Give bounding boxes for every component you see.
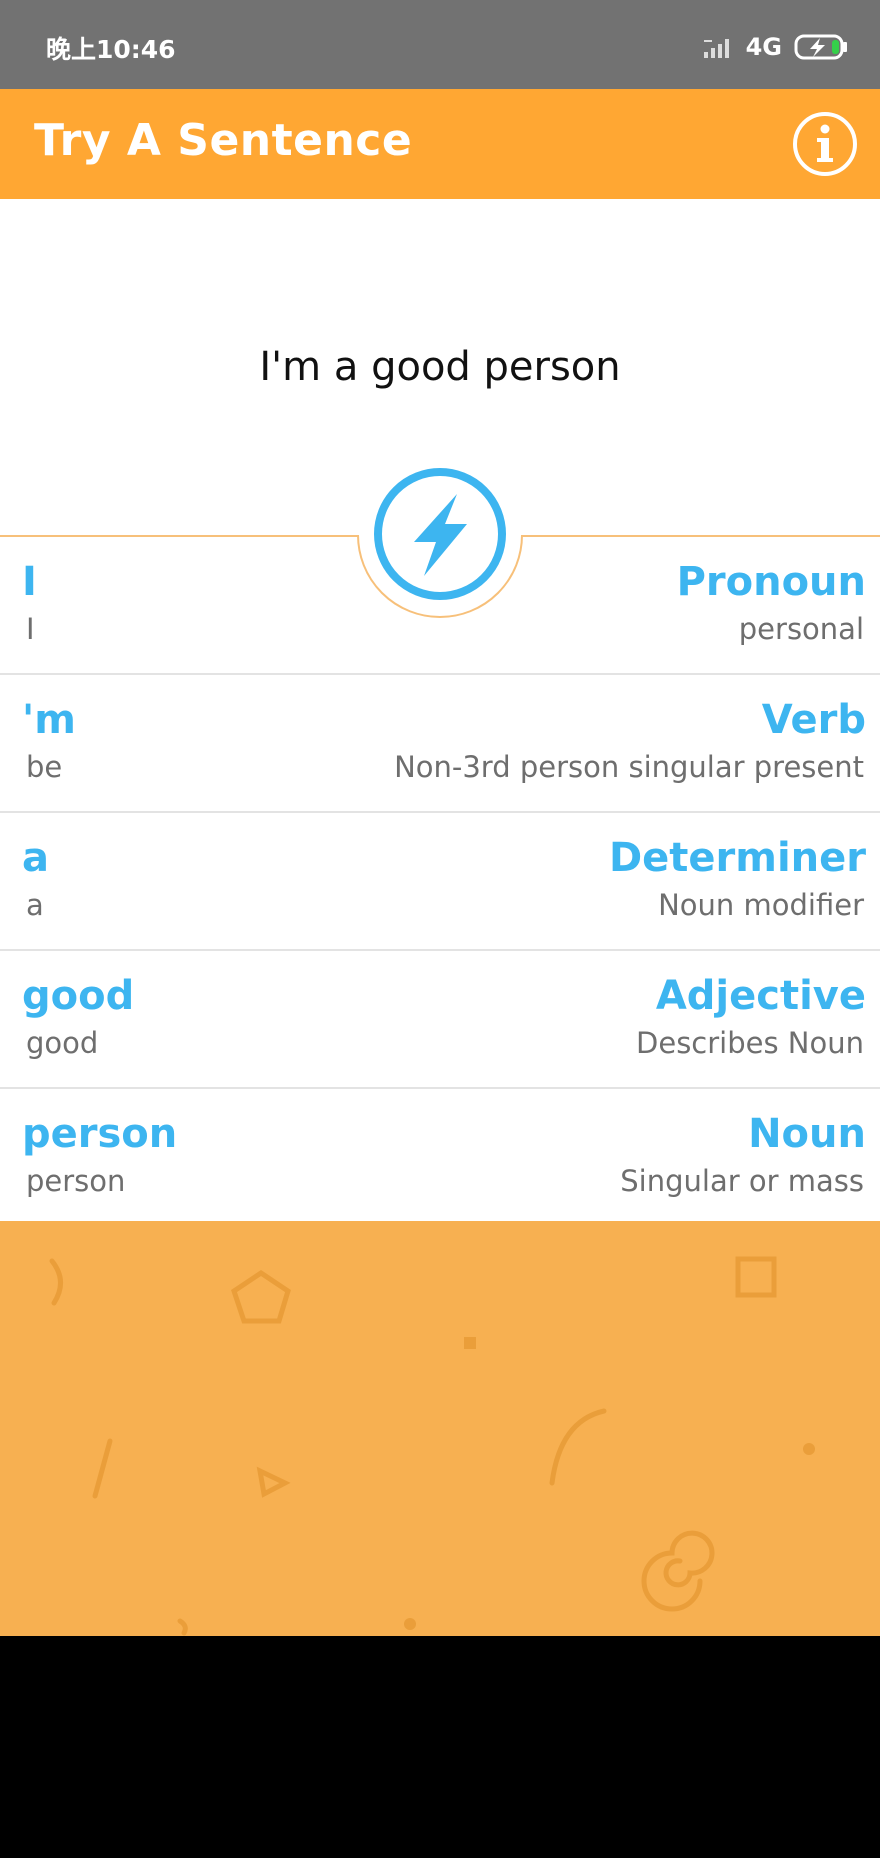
analyze-button[interactable]	[356, 462, 524, 620]
token-word: 'm	[22, 697, 76, 743]
app-bar: Try A Sentence	[0, 89, 880, 199]
status-time: 晚上10:46	[46, 35, 176, 64]
token-pos: Adjective	[655, 973, 866, 1019]
token-pos: Determiner	[608, 835, 866, 881]
pattern-shapes-icon	[49, 1256, 815, 1636]
token-desc: Singular or mass	[620, 1164, 864, 1198]
token-word: good	[22, 973, 135, 1019]
system-nav-area	[0, 1636, 880, 1858]
page-title: Try A Sentence	[34, 115, 413, 166]
token-pos: Verb	[761, 697, 866, 743]
token-row: 'm be Verb Non-3rd person singular prese…	[0, 675, 880, 813]
token-list: I I Pronoun personal 'm be Verb Non-3rd …	[0, 537, 880, 1226]
info-button[interactable]	[792, 111, 858, 177]
battery-charging-icon	[794, 34, 847, 60]
status-bar: 晚上10:46 4G	[0, 0, 880, 89]
info-icon	[793, 112, 857, 176]
token-desc: Non-3rd person singular present	[394, 750, 864, 784]
token-lemma: I	[26, 612, 35, 646]
token-word: a	[22, 835, 49, 881]
token-lemma: a	[26, 888, 44, 922]
token-desc: Noun modifier	[658, 888, 864, 922]
analysis-panel: I'm a good person I I Pronoun personal '…	[0, 199, 880, 1221]
token-lemma: person	[26, 1164, 126, 1198]
lightning-bolt-icon	[357, 468, 523, 618]
input-sentence: I'm a good person	[259, 344, 621, 390]
token-lemma: be	[26, 750, 63, 784]
status-indicators: 4G	[703, 30, 850, 64]
signal-icon	[703, 39, 729, 58]
decorative-pattern	[0, 1221, 880, 1636]
token-pos: Noun	[748, 1111, 866, 1157]
network-type: 4G	[745, 33, 782, 61]
token-word: person	[22, 1111, 178, 1157]
token-row: good good Adjective Describes Noun	[0, 951, 880, 1089]
token-word: I	[22, 559, 37, 605]
token-row: person person Noun Singular or mass	[0, 1089, 880, 1226]
token-row: a a Determiner Noun modifier	[0, 813, 880, 951]
token-pos: Pronoun	[676, 559, 866, 605]
token-desc: personal	[738, 612, 864, 646]
token-lemma: good	[26, 1026, 99, 1060]
token-desc: Describes Noun	[636, 1026, 864, 1060]
